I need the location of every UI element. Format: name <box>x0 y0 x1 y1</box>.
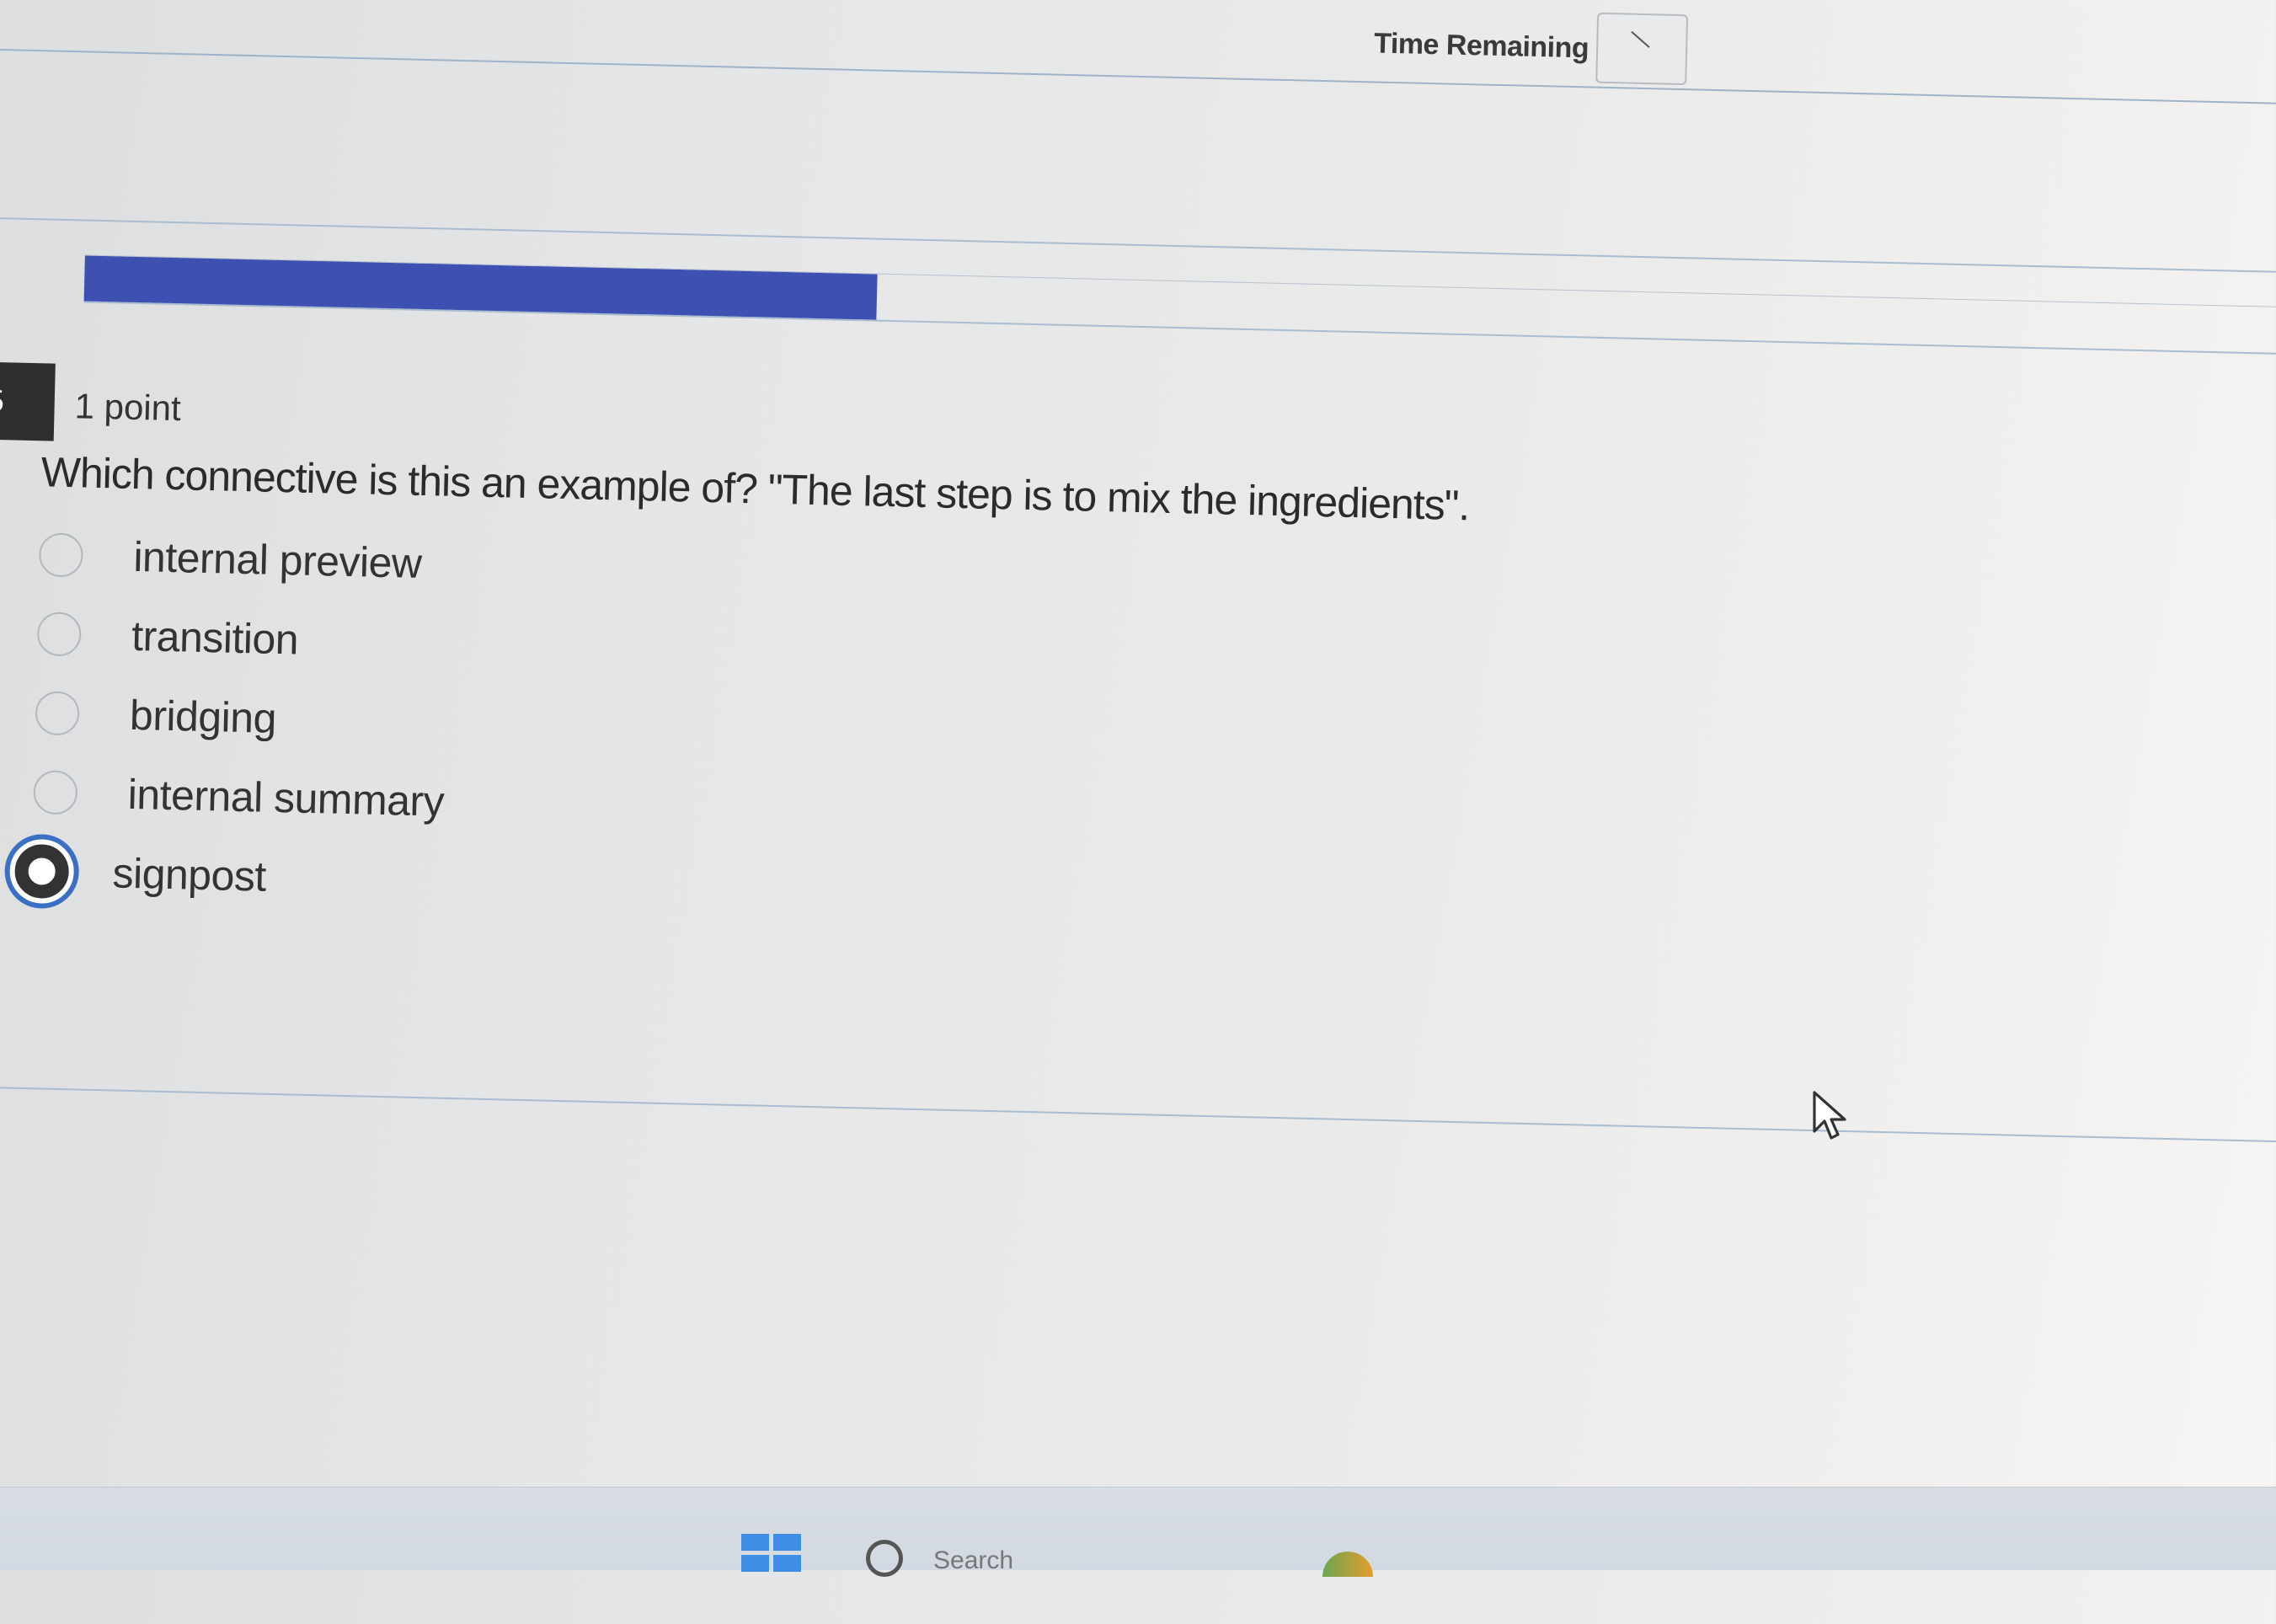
footer-divider <box>0 1086 2276 1143</box>
radio-button[interactable] <box>36 612 82 657</box>
option-label: signpost <box>111 849 267 900</box>
quiz-page: Time Remaining 5 1 point Which connectiv… <box>0 0 2276 1622</box>
timer-toggle-button[interactable] <box>1595 12 1689 86</box>
taskbar-search-input[interactable]: Search <box>933 1547 1013 1575</box>
option-label: transition <box>131 612 299 664</box>
option-label: bridging <box>129 691 277 742</box>
question-points: 1 point <box>74 386 182 429</box>
weather-icon[interactable] <box>1322 1552 1373 1577</box>
taskbar: Search <box>0 1487 2276 1577</box>
windows-start-icon[interactable] <box>741 1534 802 1572</box>
radio-button[interactable] <box>33 770 78 815</box>
radio-button[interactable] <box>35 691 80 736</box>
progress-bar-fill <box>83 255 878 320</box>
top-bar: Time Remaining <box>0 0 2276 106</box>
option-transition[interactable]: transition <box>9 594 449 683</box>
mouse-cursor-icon <box>1813 1091 1846 1140</box>
search-icon[interactable] <box>866 1540 903 1577</box>
option-label: internal summary <box>127 770 445 825</box>
option-internal-preview[interactable]: internal preview <box>11 515 451 604</box>
radio-button-selected[interactable] <box>3 833 80 910</box>
option-bridging[interactable]: bridging <box>8 672 447 761</box>
progress-bar <box>83 254 2276 355</box>
time-remaining-label: Time Remaining <box>1373 27 1589 65</box>
chevron-icon <box>1631 30 1650 48</box>
answer-options: internal preview transition bridging int… <box>3 515 451 921</box>
option-signpost[interactable]: signpost <box>3 831 444 920</box>
option-internal-summary[interactable]: internal summary <box>6 751 446 841</box>
radio-button[interactable] <box>38 532 84 578</box>
question-number-badge: 5 <box>0 361 56 441</box>
question-text: Which connective is this an example of? … <box>40 448 1471 530</box>
option-label: internal preview <box>132 532 423 587</box>
